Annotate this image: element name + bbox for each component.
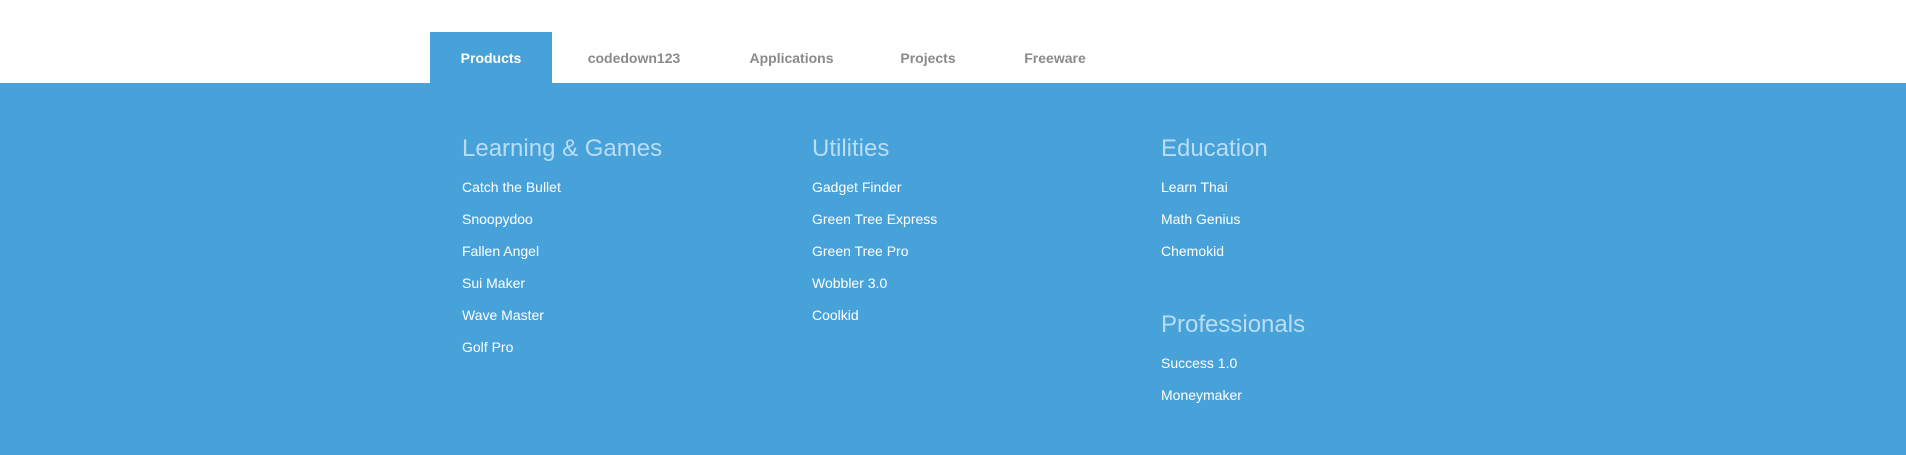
menu-heading-learning-games: Learning & Games	[462, 135, 663, 162]
tab-applications[interactable]: Applications	[716, 32, 867, 83]
top-nav: Products codedown123 Applications Projec…	[430, 32, 1121, 83]
menu-link-green-tree-pro[interactable]: Green Tree Pro	[812, 242, 937, 274]
menu-group-professionals: Professionals Success 1.0 Moneymaker	[1161, 311, 1305, 418]
menu-heading-professionals: Professionals	[1161, 311, 1306, 338]
tab-codedown123[interactable]: codedown123	[552, 32, 716, 83]
menu-heading-utilities: Utilities	[812, 135, 890, 162]
menu-link-catch-the-bullet[interactable]: Catch the Bullet	[462, 178, 662, 210]
menu-link-snoopydoo[interactable]: Snoopydoo	[462, 210, 662, 242]
mega-menu-panel: Learning & Games Catch the Bullet Snoopy…	[0, 83, 1906, 455]
menu-list-education: Learn Thai Math Genius Chemokid	[1161, 178, 1305, 274]
menu-link-green-tree-express[interactable]: Green Tree Express	[812, 210, 937, 242]
page: Products codedown123 Applications Projec…	[0, 0, 1906, 455]
tab-freeware[interactable]: Freeware	[989, 32, 1121, 83]
menu-list-professionals: Success 1.0 Moneymaker	[1161, 354, 1305, 418]
menu-link-fallen-angel[interactable]: Fallen Angel	[462, 242, 662, 274]
menu-link-golf-pro[interactable]: Golf Pro	[462, 338, 662, 370]
menu-link-coolkid[interactable]: Coolkid	[812, 306, 937, 338]
menu-link-sui-maker[interactable]: Sui Maker	[462, 274, 662, 306]
menu-column-learning-games: Learning & Games Catch the Bullet Snoopy…	[462, 135, 662, 370]
tab-projects[interactable]: Projects	[867, 32, 989, 83]
menu-link-moneymaker[interactable]: Moneymaker	[1161, 386, 1305, 418]
menu-column-education: Education Learn Thai Math Genius Chemoki…	[1161, 135, 1305, 418]
menu-list-utilities: Gadget Finder Green Tree Express Green T…	[812, 178, 937, 338]
menu-link-math-genius[interactable]: Math Genius	[1161, 210, 1305, 242]
menu-column-utilities: Utilities Gadget Finder Green Tree Expre…	[812, 135, 937, 338]
tab-products[interactable]: Products	[430, 32, 552, 83]
menu-link-wave-master[interactable]: Wave Master	[462, 306, 662, 338]
menu-list-learning-games: Catch the Bullet Snoopydoo Fallen Angel …	[462, 178, 662, 370]
menu-heading-education: Education	[1161, 135, 1268, 162]
menu-link-gadget-finder[interactable]: Gadget Finder	[812, 178, 937, 210]
menu-link-success[interactable]: Success 1.0	[1161, 354, 1305, 386]
menu-link-wobbler[interactable]: Wobbler 3.0	[812, 274, 937, 306]
menu-link-chemokid[interactable]: Chemokid	[1161, 242, 1305, 274]
menu-link-learn-thai[interactable]: Learn Thai	[1161, 178, 1305, 210]
